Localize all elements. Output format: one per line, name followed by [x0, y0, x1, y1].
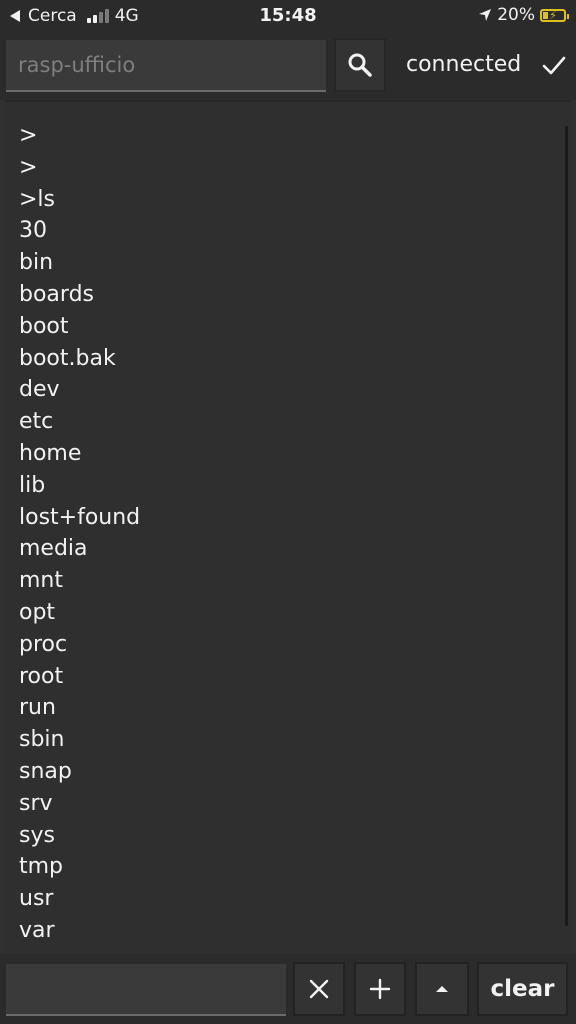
- terminal-line: media: [19, 536, 88, 562]
- header-bar: connected: [0, 32, 576, 100]
- terminal-line: root: [19, 663, 64, 689]
- host-input[interactable]: [6, 40, 326, 92]
- battery-charging-icon: ⚡: [540, 8, 569, 22]
- clear-button[interactable]: clear: [477, 962, 568, 1016]
- terminal-line: var: [19, 917, 55, 943]
- terminal-line: >: [19, 123, 38, 148]
- status-right: 20% ⚡: [478, 5, 569, 25]
- battery-percent: 20%: [497, 5, 535, 25]
- terminal-line: usr: [19, 886, 54, 912]
- terminal-line: lost+found: [19, 504, 141, 530]
- terminal-line: lib: [19, 472, 46, 498]
- add-button[interactable]: [354, 962, 406, 1016]
- status-bar: Cerca 4G 15:48 20% ⚡: [0, 0, 576, 32]
- terminal-line: etc: [19, 409, 54, 435]
- search-button[interactable]: [334, 38, 386, 92]
- history-up-button[interactable]: [415, 962, 469, 1016]
- plus-icon: [369, 978, 391, 1000]
- terminal-line: boards: [19, 281, 94, 307]
- terminal-line: >: [19, 947, 570, 954]
- terminal-line: dev: [19, 377, 60, 403]
- terminal-line: sys: [19, 822, 55, 848]
- footer-bar: clear: [0, 954, 576, 1024]
- close-icon: [309, 979, 329, 999]
- terminal-line: >: [19, 154, 38, 180]
- terminal-line: snap: [19, 758, 72, 784]
- location-arrow-icon: [479, 9, 492, 21]
- terminal-line: boot: [19, 313, 69, 339]
- terminal-lines: > > >ls 30 bin boards boot boot.bak dev etc home li…: [6, 102, 570, 954]
- caret-up-icon: [436, 986, 448, 992]
- terminal-output[interactable]: > > >ls 30 bin boards boot boot.bak dev etc home li…: [6, 100, 570, 954]
- terminal-line: tmp: [19, 854, 64, 880]
- terminal-line: run: [19, 695, 56, 721]
- terminal-line: >ls: [19, 186, 56, 212]
- search-icon: [348, 53, 372, 77]
- close-button[interactable]: [293, 962, 345, 1016]
- terminal-line: 30: [19, 218, 47, 244]
- terminal-line: srv: [19, 790, 53, 816]
- scrollbar[interactable]: [565, 126, 568, 926]
- terminal-line: sbin: [19, 727, 65, 753]
- checkmark-icon: [542, 56, 566, 75]
- terminal-line: bin: [19, 250, 54, 276]
- terminal-line: proc: [19, 631, 68, 657]
- terminal-line: boot.bak: [19, 345, 116, 371]
- terminal-line: opt: [19, 599, 56, 625]
- terminal-line: mnt: [19, 568, 63, 594]
- terminal-line: home: [19, 440, 82, 466]
- connection-status: connected: [406, 52, 522, 77]
- command-input[interactable]: [6, 964, 286, 1016]
